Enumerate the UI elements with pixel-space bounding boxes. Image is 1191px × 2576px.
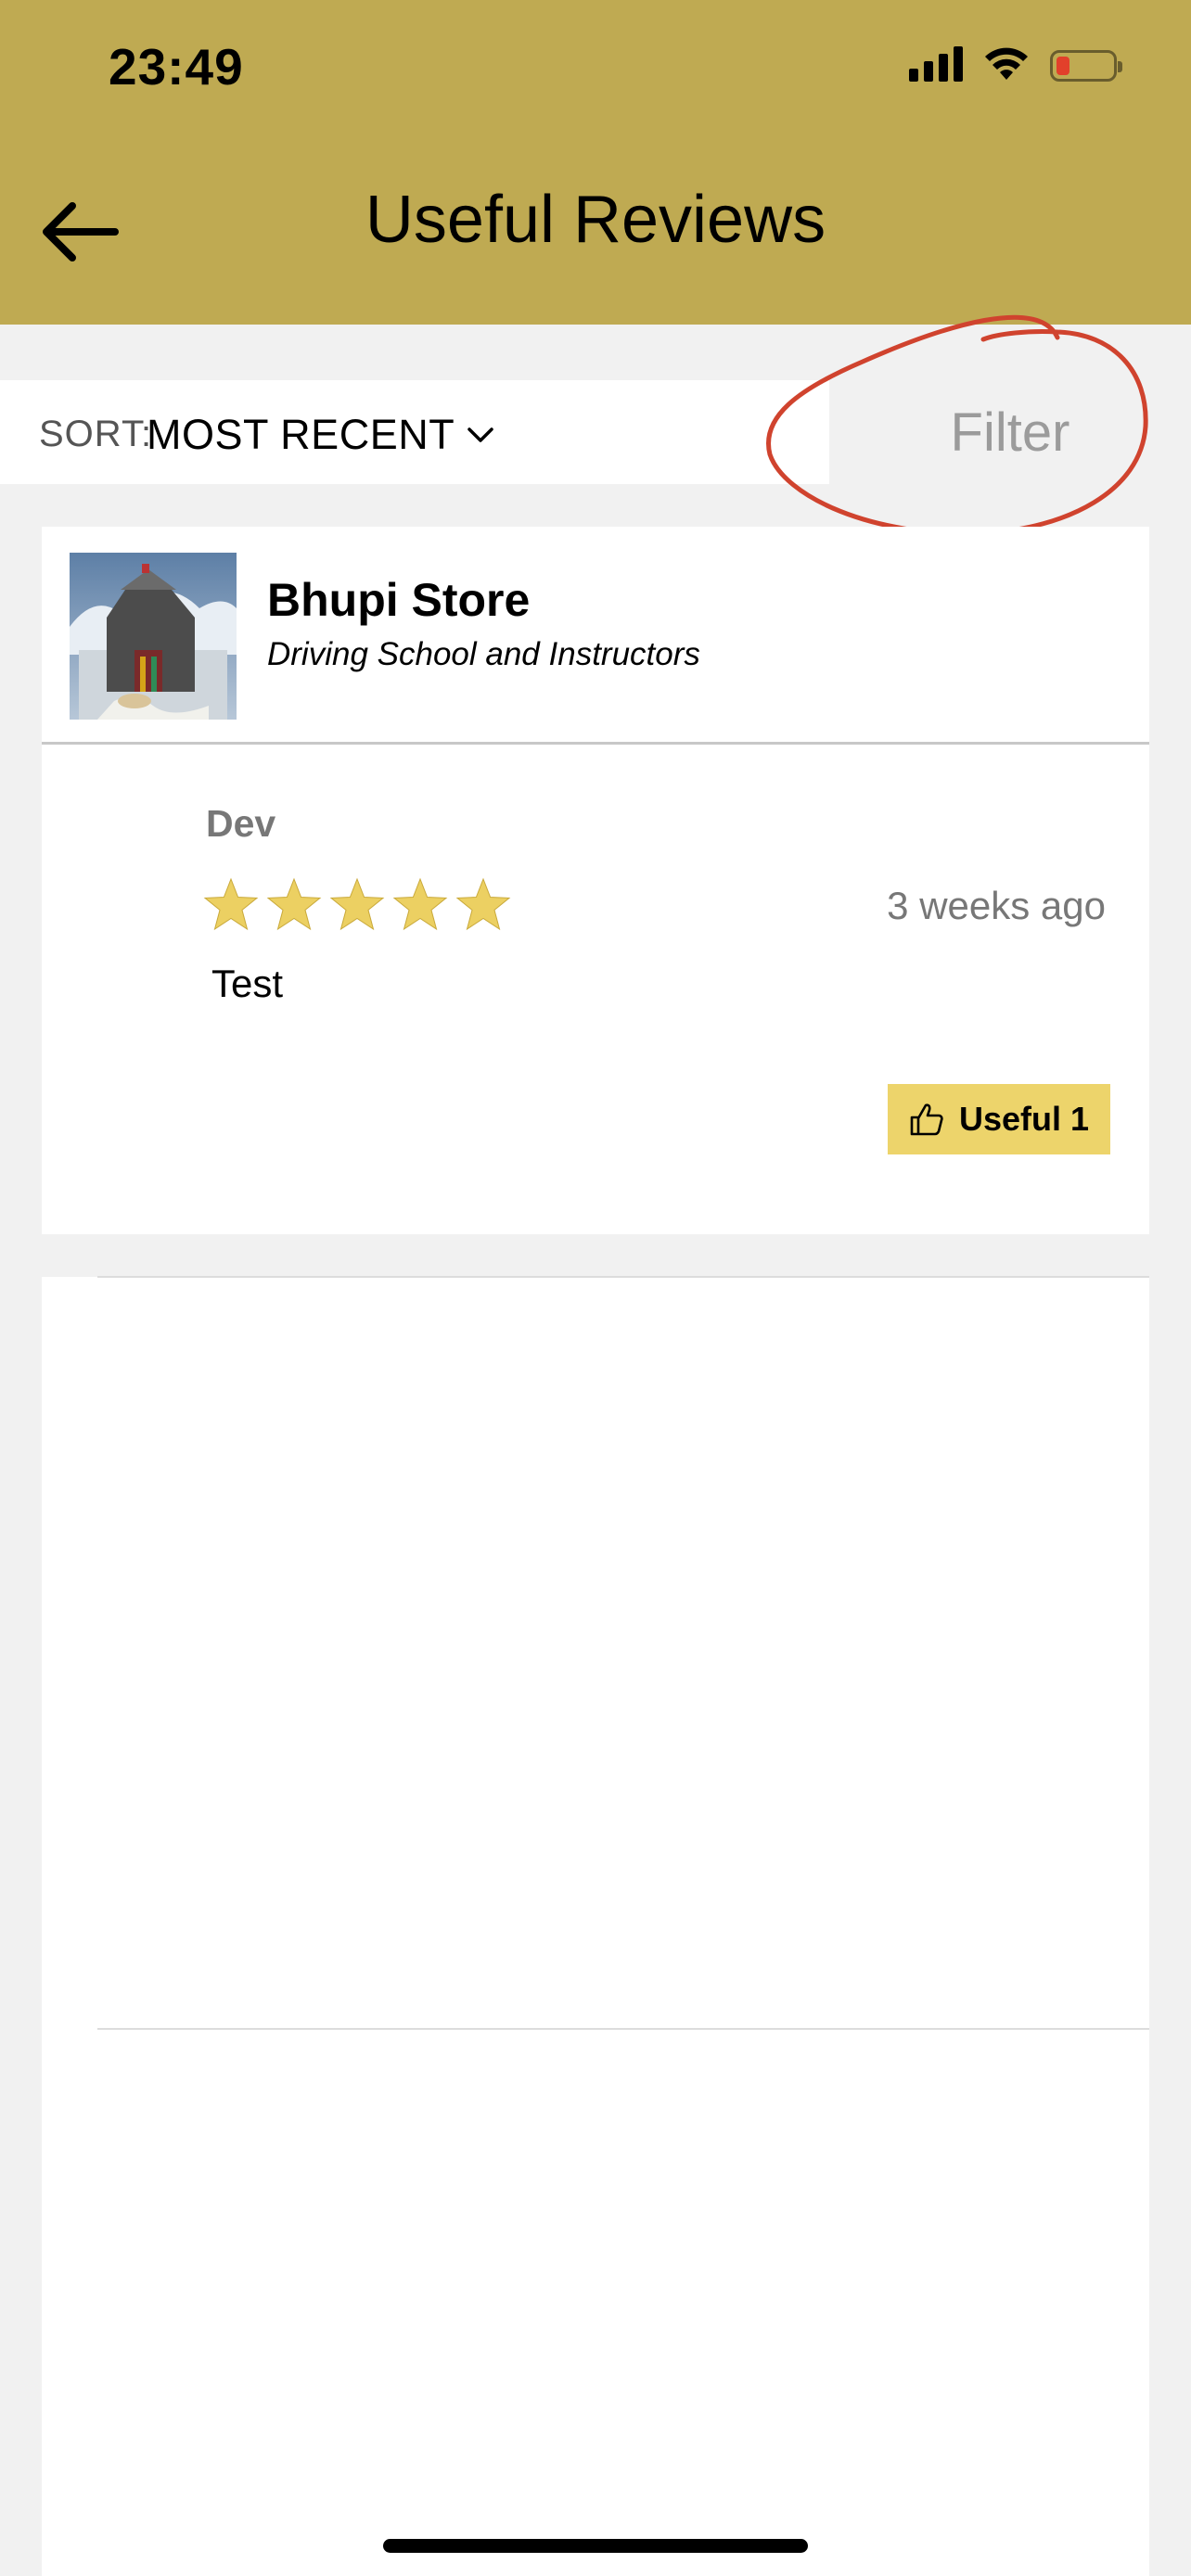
useful-label: Useful 1 [958, 1100, 1090, 1138]
status-icons [909, 45, 1122, 82]
filter-label: Filter [950, 402, 1070, 463]
business-card[interactable]: Bhupi Store Driving School and Instructo… [42, 527, 1149, 745]
useful-button[interactable]: Useful 1 [888, 1084, 1110, 1154]
status-time: 23:49 [109, 38, 244, 96]
business-thumbnail [70, 553, 237, 720]
thumbs-up-icon [910, 1103, 943, 1136]
star-icon [266, 877, 322, 931]
star-icon [392, 877, 448, 931]
review-time: 3 weeks ago [887, 884, 1106, 927]
divider [97, 1276, 1149, 1278]
review-text: Test [211, 962, 284, 1005]
star-icon [329, 877, 385, 931]
sort-bar: SORT: MOST RECENT [0, 380, 829, 484]
battery-icon [1050, 50, 1122, 82]
wifi-icon [985, 47, 1028, 80]
divider [97, 2028, 1149, 2030]
star-rating [203, 877, 511, 933]
review-card: Dev 3 weeks ago Test Useful 1 [42, 745, 1149, 1234]
sort-dropdown[interactable]: MOST RECENT [147, 411, 493, 459]
sort-label: SORT: [39, 414, 153, 454]
business-category: Driving School and Instructors [267, 636, 700, 672]
page-title: Useful Reviews [365, 183, 826, 257]
home-indicator [383, 2539, 808, 2553]
star-icon [203, 877, 259, 931]
business-name: Bhupi Store [267, 574, 531, 626]
empty-review-panel [42, 1277, 1149, 2576]
star-icon [455, 877, 511, 931]
reviewer-name: Dev [206, 802, 276, 845]
signal-icon [909, 45, 963, 82]
chevron-down-icon [467, 427, 493, 442]
filter-button[interactable]: Filter [829, 380, 1191, 484]
app-header: 23:49 Useful Reviews [0, 0, 1191, 325]
sort-value: MOST RECENT [147, 411, 455, 458]
